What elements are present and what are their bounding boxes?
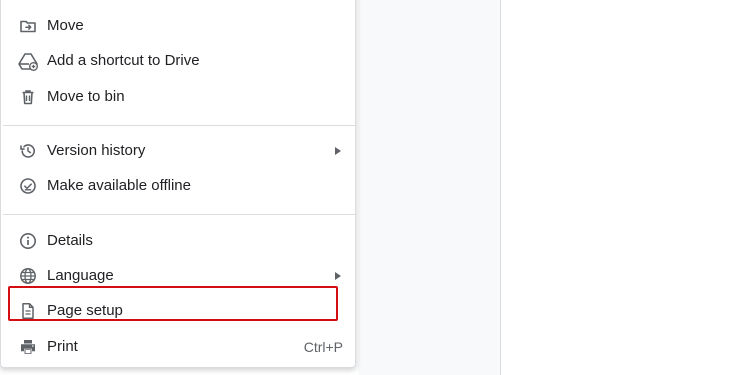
file-menu: Move Add a shortcut to Drive Move to bin… [0,0,356,368]
submenu-arrow-icon [335,146,341,155]
info-icon [18,231,38,251]
menu-item-page-setup[interactable]: Page setup [9,293,349,328]
menu-item-label: Page setup [47,302,123,319]
history-icon [18,141,38,161]
menu-item-add-shortcut[interactable]: Add a shortcut to Drive [9,43,349,78]
keyboard-shortcut: Ctrl+P [303,338,343,355]
globe-icon [18,266,38,286]
folder-move-icon [18,16,38,36]
menu-item-label: Add a shortcut to Drive [47,52,200,69]
menu-item-move-to-bin[interactable]: Move to bin [9,79,349,114]
menu-item-details[interactable]: Details [9,223,349,258]
menu-item-label: Details [47,232,93,249]
menu-item-language[interactable]: Language [9,258,349,293]
page-icon [18,301,38,321]
menu-item-move[interactable]: Move [9,8,349,43]
menu-item-label: Move to bin [47,88,125,105]
side-panel [358,0,501,375]
menu-item-print[interactable]: Print Ctrl+P [9,329,349,364]
menu-item-label: Version history [47,142,146,159]
screen: Move Add a shortcut to Drive Move to bin… [0,0,750,375]
menu-item-label: Language [47,267,114,284]
drive-shortcut-icon [18,51,38,71]
menu-item-label: Print [47,338,78,355]
menu-item-label: Make available offline [47,177,191,194]
submenu-arrow-icon [335,271,341,280]
printer-icon [18,337,38,357]
menu-item-label: Move [47,17,84,34]
document-area [501,0,750,375]
menu-divider [3,214,355,215]
offline-check-icon [18,176,38,196]
menu-item-make-available-offline[interactable]: Make available offline [9,168,349,203]
trash-icon [18,87,38,107]
menu-divider [3,125,355,126]
menu-item-version-history[interactable]: Version history [9,133,349,168]
